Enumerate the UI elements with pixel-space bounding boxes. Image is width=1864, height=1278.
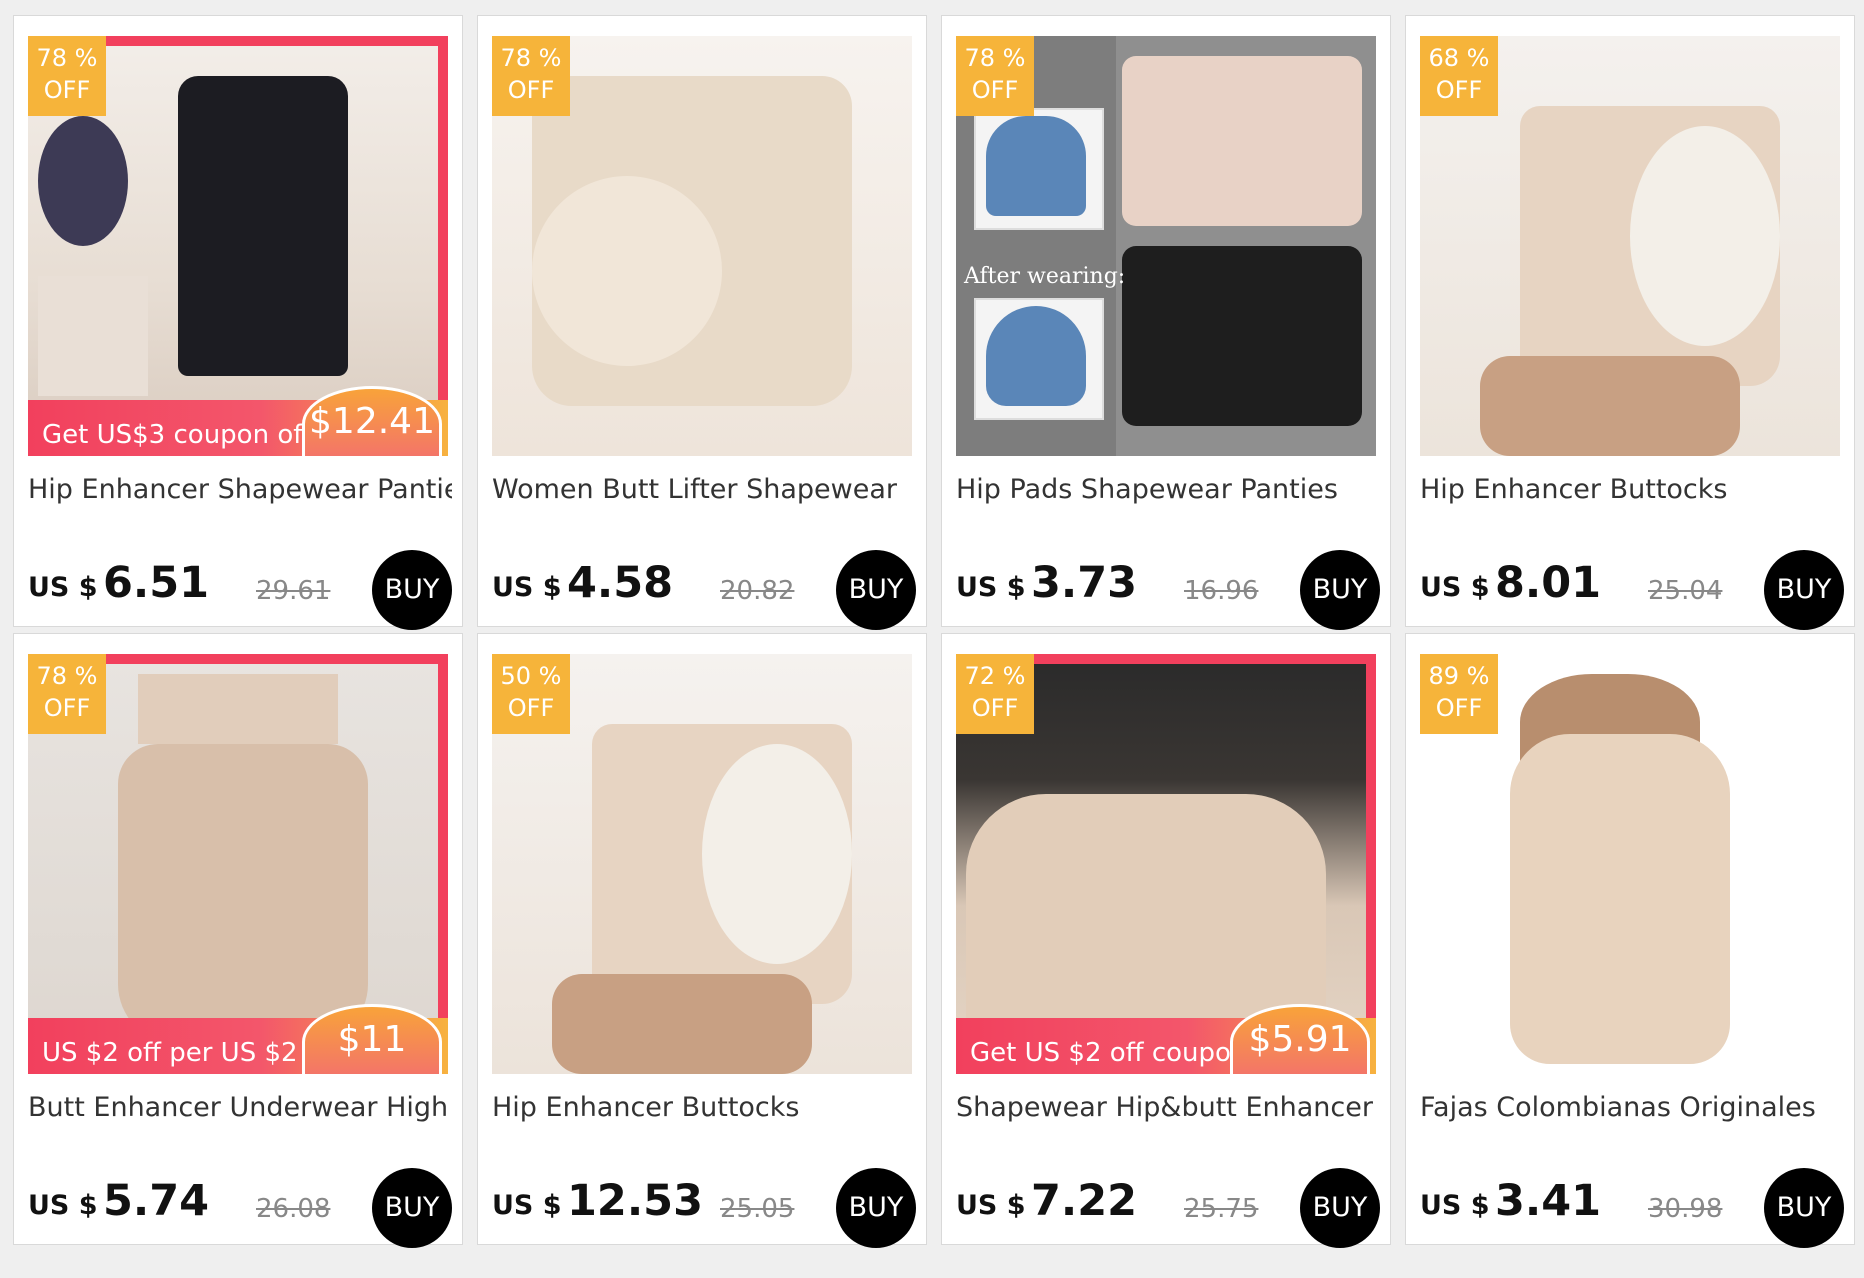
discount-percent: 78 %	[36, 44, 98, 72]
discount-off-label: OFF	[43, 76, 91, 104]
buy-button[interactable]: BUY	[836, 550, 916, 630]
original-price: 25.75	[1184, 1194, 1259, 1224]
discount-off-label: OFF	[507, 694, 555, 722]
discount-badge: 78 % OFF	[956, 36, 1034, 116]
discount-off-label: OFF	[507, 76, 555, 104]
product-card[interactable]: Get US$3 coupon off $12.41 78 % OFF Hip …	[13, 15, 463, 630]
currency-label: US $	[956, 572, 1026, 603]
sale-price: 4.58	[567, 558, 674, 608]
original-price: 16.96	[1184, 576, 1259, 606]
currency-label: US $	[1420, 572, 1490, 603]
buy-button[interactable]: BUY	[1764, 1168, 1844, 1248]
promo-text: Get US$3 coupon off	[42, 420, 312, 450]
currency-label: US $	[28, 1190, 98, 1221]
price-row: US $ 4.58 20.82 BUY	[492, 546, 916, 630]
product-title[interactable]: Women Butt Lifter Shapewear	[492, 474, 916, 505]
product-grid: Get US$3 coupon off $12.41 78 % OFF Hip …	[13, 15, 1864, 1248]
promo-price: $12.41	[302, 386, 442, 456]
product-image[interactable]: After wearing: 78 % OFF	[956, 36, 1376, 456]
product-image[interactable]: 78 % OFF	[492, 36, 912, 456]
promo-text: Get US $2 off coupon	[970, 1038, 1248, 1068]
product-card[interactable]: Get US $2 off coupon $5.91 72 % OFF Shap…	[941, 633, 1391, 1248]
discount-percent: 78 %	[36, 662, 98, 690]
sale-price: 6.51	[103, 558, 210, 608]
product-image[interactable]: Get US $2 off coupon $5.91 72 % OFF	[956, 654, 1376, 1074]
product-image[interactable]: 68 % OFF	[1420, 36, 1840, 456]
currency-label: US $	[956, 1190, 1026, 1221]
buy-button[interactable]: BUY	[372, 1168, 452, 1248]
product-card[interactable]: US $2 off per US $2 $11 78 % OFF Butt En…	[13, 633, 463, 1248]
buy-button[interactable]: BUY	[1764, 550, 1844, 630]
product-title[interactable]: Hip Enhancer Buttocks	[1420, 474, 1844, 505]
buy-button[interactable]: BUY	[836, 1168, 916, 1248]
buy-button[interactable]: BUY	[1300, 1168, 1380, 1248]
price-row: US $ 12.53 25.05 BUY	[492, 1164, 916, 1248]
discount-percent: 72 %	[964, 662, 1026, 690]
promo-text: US $2 off per US $2	[42, 1038, 298, 1068]
original-price: 30.98	[1648, 1194, 1723, 1224]
sale-price: 3.41	[1495, 1176, 1602, 1226]
discount-badge: 50 % OFF	[492, 654, 570, 734]
product-image[interactable]: 89 % OFF	[1420, 654, 1840, 1074]
discount-off-label: OFF	[43, 694, 91, 722]
sale-price: 5.74	[103, 1176, 210, 1226]
sale-price: 3.73	[1031, 558, 1138, 608]
discount-off-label: OFF	[1435, 76, 1483, 104]
sale-price: 8.01	[1495, 558, 1602, 608]
product-title[interactable]: Butt Enhancer Underwear High	[28, 1092, 452, 1123]
discount-badge: 78 % OFF	[28, 654, 106, 734]
price-row: US $ 3.41 30.98 BUY	[1420, 1164, 1844, 1248]
currency-label: US $	[28, 572, 98, 603]
image-caption: After wearing:	[964, 264, 1126, 289]
discount-badge: 72 % OFF	[956, 654, 1034, 734]
product-title[interactable]: Hip Pads Shapewear Panties	[956, 474, 1380, 505]
promo-banner: Get US $2 off coupon $5.91	[956, 1004, 1376, 1074]
product-card[interactable]: After wearing: 78 % OFF Hip Pads Shapewe…	[941, 15, 1391, 630]
product-title[interactable]: Hip Enhancer Buttocks	[492, 1092, 916, 1123]
buy-button[interactable]: BUY	[372, 550, 452, 630]
currency-label: US $	[492, 572, 562, 603]
product-title[interactable]: Fajas Colombianas Originales	[1420, 1092, 1844, 1123]
original-price: 29.61	[256, 576, 331, 606]
original-price: 20.82	[720, 576, 795, 606]
promo-banner: US $2 off per US $2 $11	[28, 1004, 448, 1074]
price-row: US $ 8.01 25.04 BUY	[1420, 546, 1844, 630]
original-price: 25.05	[720, 1194, 795, 1224]
discount-badge: 89 % OFF	[1420, 654, 1498, 734]
product-image[interactable]: US $2 off per US $2 $11 78 % OFF	[28, 654, 448, 1074]
buy-button[interactable]: BUY	[1300, 550, 1380, 630]
product-title[interactable]: Shapewear Hip&butt Enhancer	[956, 1092, 1380, 1123]
discount-percent: 68 %	[1428, 44, 1490, 72]
product-card[interactable]: 50 % OFF Hip Enhancer Buttocks US $ 12.5…	[477, 633, 927, 1248]
discount-percent: 89 %	[1428, 662, 1490, 690]
product-image[interactable]: Get US$3 coupon off $12.41 78 % OFF	[28, 36, 448, 456]
currency-label: US $	[492, 1190, 562, 1221]
product-card[interactable]: 68 % OFF Hip Enhancer Buttocks US $ 8.01…	[1405, 15, 1855, 630]
price-row: US $ 6.51 29.61 BUY	[28, 546, 452, 630]
original-price: 26.08	[256, 1194, 331, 1224]
discount-badge: 78 % OFF	[28, 36, 106, 116]
discount-off-label: OFF	[971, 694, 1019, 722]
promo-price: $5.91	[1230, 1004, 1370, 1074]
discount-percent: 78 %	[964, 44, 1026, 72]
discount-percent: 50 %	[500, 662, 562, 690]
currency-label: US $	[1420, 1190, 1490, 1221]
sale-price: 12.53	[567, 1176, 704, 1226]
original-price: 25.04	[1648, 576, 1723, 606]
discount-badge: 68 % OFF	[1420, 36, 1498, 116]
price-row: US $ 3.73 16.96 BUY	[956, 546, 1380, 630]
product-image[interactable]: 50 % OFF	[492, 654, 912, 1074]
sale-price: 7.22	[1031, 1176, 1138, 1226]
promo-price: $11	[302, 1004, 442, 1074]
discount-badge: 78 % OFF	[492, 36, 570, 116]
discount-percent: 78 %	[500, 44, 562, 72]
price-row: US $ 7.22 25.75 BUY	[956, 1164, 1380, 1248]
price-row: US $ 5.74 26.08 BUY	[28, 1164, 452, 1248]
product-card[interactable]: 78 % OFF Women Butt Lifter Shapewear US …	[477, 15, 927, 630]
product-card[interactable]: 89 % OFF Fajas Colombianas Originales US…	[1405, 633, 1855, 1248]
product-title[interactable]: Hip Enhancer Shapewear Panties	[28, 474, 452, 505]
discount-off-label: OFF	[1435, 694, 1483, 722]
discount-off-label: OFF	[971, 76, 1019, 104]
promo-banner: Get US$3 coupon off $12.41	[28, 386, 448, 456]
